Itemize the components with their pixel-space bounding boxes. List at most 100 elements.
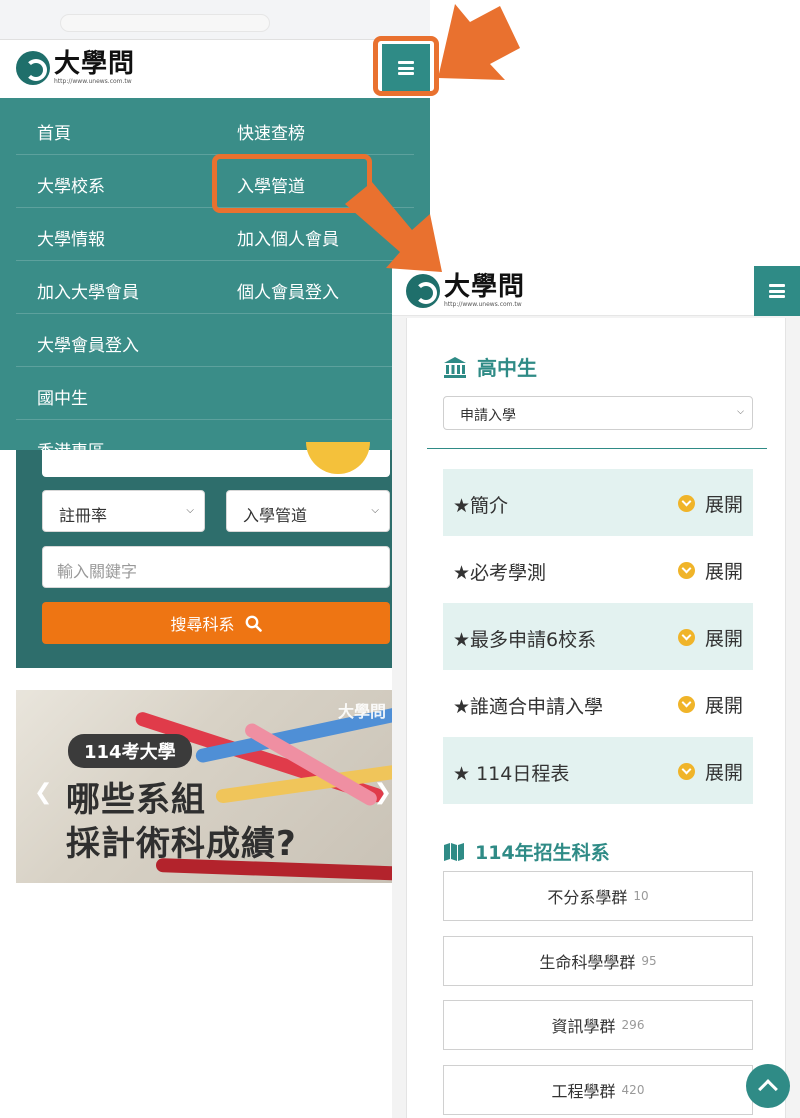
nav-item-hong-kong[interactable]: 香港專區 (37, 437, 105, 450)
rate-select[interactable]: 註冊率 ⌵ (42, 490, 205, 532)
accordion-item[interactable]: ★最多申請6校系 展開 (443, 603, 753, 670)
group-count: 95 (641, 954, 657, 968)
annotation-arrow-menu (438, 4, 520, 80)
search-departments-button[interactable]: 搜尋科系 (42, 602, 390, 644)
accordion-title: ★最多申請6校系 (453, 629, 597, 651)
logo-url: http://www.unews.com.tw (54, 78, 132, 85)
rate-select-value: 註冊率 (59, 506, 108, 525)
nav-item-junior-high[interactable]: 國中生 (37, 384, 88, 409)
site-logo[interactable]: 大學問 http://www.unews.com.tw (406, 274, 525, 308)
article-banner[interactable]: 大學問 114考大學 哪些系組 採計術科成績? ❮ ❯ (16, 690, 392, 883)
nav-item-university-login[interactable]: 大學會員登入 (37, 331, 139, 356)
nav-row: 國中生 (16, 367, 414, 420)
chevron-down-icon (677, 495, 695, 512)
banner-headline-2: 採計術科成績? (66, 824, 297, 864)
chevron-down-icon: ⌵ (371, 505, 379, 516)
nav-row: 大學會員登入 (16, 314, 414, 367)
chevron-down-icon: ⌵ (186, 505, 194, 516)
group-name: 資訊學群 (551, 1017, 616, 1036)
search-button-label: 搜尋科系 (170, 615, 235, 634)
expand-toggle[interactable]: 展開 (677, 758, 743, 785)
group-name: 工程學群 (551, 1082, 616, 1101)
expand-label: 展開 (704, 762, 743, 784)
annotation-highlight-admission (212, 154, 372, 213)
search-panel: 註冊率 ⌵ 入學管道 ⌵ 輸入關鍵字 搜尋科系 (16, 442, 392, 668)
admission-type-value: 申請入學 (460, 408, 516, 424)
nav-row: 首頁 快速查榜 (16, 102, 414, 155)
chevron-down-icon (677, 763, 695, 780)
bank-icon (444, 356, 466, 378)
browser-top-strip (0, 0, 430, 40)
arrow-right-icon[interactable]: ❯ (374, 780, 392, 805)
back-to-top-button[interactable] (746, 1064, 790, 1108)
chevron-down-icon (677, 629, 695, 646)
site-logo[interactable]: 大學問 http://www.unews.com.tw (16, 51, 135, 85)
logo-name: 大學問 (444, 272, 526, 302)
channel-select[interactable]: 入學管道 ⌵ (226, 490, 390, 532)
nav-item-personal-login[interactable]: 個人會員登入 (237, 278, 339, 303)
accordion-title: ★必考學測 (453, 562, 547, 584)
accordion-title: ★ 114日程表 (453, 763, 570, 785)
accordion-item[interactable]: ★簡介 展開 (443, 469, 753, 536)
section-divider (427, 448, 767, 449)
banner-headline-1: 哪些系組 (66, 780, 206, 820)
accordion-item[interactable]: ★誰適合申請入學 展開 (443, 670, 753, 737)
admission-card: 高中生 申請入學 ⌵ ★簡介 展開 ★必考學測 展開 ★最多申請6校系 展開 ★… (406, 318, 786, 1118)
nav-item-join-university[interactable]: 加入大學會員 (37, 278, 139, 303)
banner-tag: 114考大學 (68, 734, 192, 768)
right-site-header: 大學問 http://www.unews.com.tw (392, 266, 800, 316)
expand-label: 展開 (704, 695, 743, 717)
chevron-down-icon (677, 696, 695, 713)
right-screen: 大學問 http://www.unews.com.tw 高中生 申請入學 ⌵ ★… (392, 266, 800, 1118)
keyword-input[interactable]: 輸入關鍵字 (42, 546, 390, 588)
logo-mark-icon (16, 51, 50, 85)
expand-label: 展開 (704, 628, 743, 650)
left-site-header: 大學問 http://www.unews.com.tw (0, 40, 430, 98)
groups-title-text: 114年招生科系 (475, 842, 610, 864)
menu-toggle-button[interactable] (754, 266, 800, 316)
hamburger-icon (769, 284, 785, 298)
logo-name: 大學問 (54, 49, 136, 79)
admission-type-select[interactable]: 申請入學 ⌵ (443, 396, 753, 430)
group-button[interactable]: 工程學群 420 (443, 1065, 753, 1115)
group-count: 420 (621, 1083, 645, 1097)
accordion-title: ★簡介 (453, 495, 509, 517)
nav-item-join-personal[interactable]: 加入個人會員 (237, 225, 339, 250)
accordion-item[interactable]: ★必考學測 展開 (443, 536, 753, 603)
annotation-highlight-menu (373, 36, 439, 96)
nav-item-home[interactable]: 首頁 (37, 119, 71, 144)
nav-item-university-info[interactable]: 大學情報 (37, 225, 105, 250)
banner-watermark: 大學問 (337, 702, 386, 721)
chevron-down-icon: ⌵ (737, 407, 744, 417)
nav-row: 大學情報 加入個人會員 (16, 208, 414, 261)
expand-toggle[interactable]: 展開 (677, 691, 743, 718)
arrow-left-icon[interactable]: ❮ (34, 780, 52, 805)
nav-menu-panel: 首頁 快速查榜 大學校系 入學管道 大學情報 加入個人會員 加入大學會員 個人會… (0, 98, 430, 450)
section-title: 高中生 (443, 352, 537, 381)
accordion-title: ★誰適合申請入學 (453, 696, 604, 718)
nav-row: 加入大學會員 個人會員登入 (16, 261, 414, 314)
map-icon (444, 842, 464, 861)
expand-toggle[interactable]: 展開 (677, 557, 743, 584)
chevron-down-icon (677, 562, 695, 579)
logo-url: http://www.unews.com.tw (444, 301, 522, 308)
groups-title: 114年招生科系 (443, 838, 610, 865)
group-button[interactable]: 生命科學學群 95 (443, 936, 753, 986)
logo-mark-icon (406, 274, 440, 308)
expand-toggle[interactable]: 展開 (677, 624, 743, 651)
accordion-item[interactable]: ★ 114日程表 展開 (443, 737, 753, 804)
group-name: 不分系學群 (547, 888, 628, 907)
group-name: 生命科學學群 (539, 953, 636, 972)
group-count: 10 (633, 889, 649, 903)
nav-item-quick-results[interactable]: 快速查榜 (237, 119, 305, 144)
group-button[interactable]: 資訊學群 296 (443, 1000, 753, 1050)
group-button[interactable]: 不分系學群 10 (443, 871, 753, 921)
address-bar[interactable] (60, 14, 270, 32)
expand-label: 展開 (704, 494, 743, 516)
channel-select-value: 入學管道 (243, 506, 308, 525)
section-title-text: 高中生 (477, 356, 537, 380)
expand-toggle[interactable]: 展開 (677, 490, 743, 517)
nav-item-departments[interactable]: 大學校系 (37, 172, 105, 197)
keyword-placeholder: 輸入關鍵字 (57, 562, 138, 581)
search-icon (245, 615, 262, 632)
